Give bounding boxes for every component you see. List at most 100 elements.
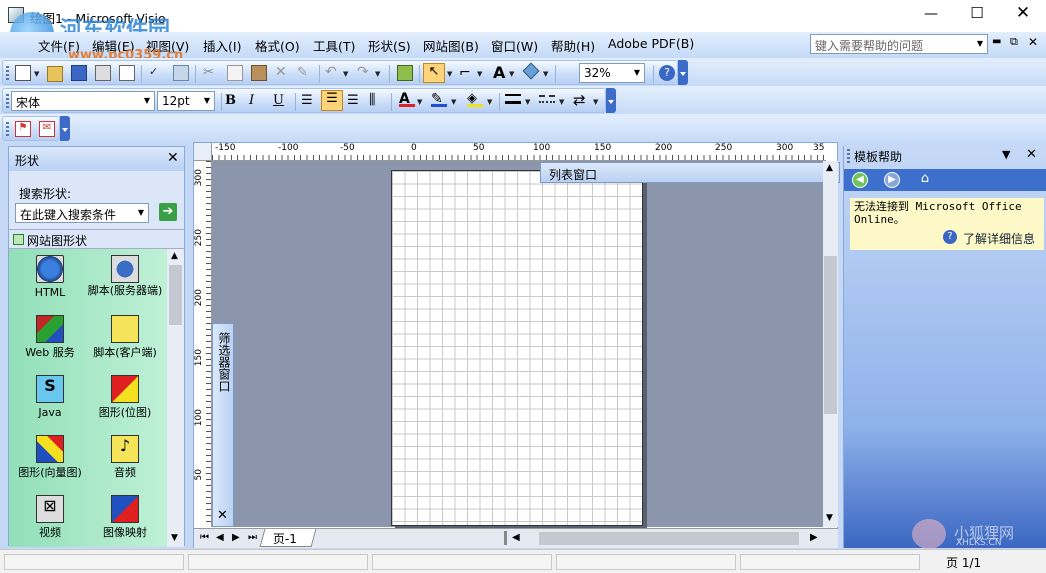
line-weight-icon[interactable] <box>505 94 521 104</box>
image-map-icon[interactable] <box>111 495 139 523</box>
new-icon[interactable] <box>15 65 31 81</box>
server-script-icon[interactable] <box>111 255 139 283</box>
help-icon[interactable]: ? <box>659 65 675 81</box>
drawing-page[interactable] <box>391 170 643 526</box>
fill-color-icon[interactable]: ◈ <box>467 91 483 107</box>
undo-icon[interactable]: ↶ <box>325 64 341 80</box>
menu-format[interactable]: 格式(O) <box>255 36 300 55</box>
pane-menu-icon[interactable]: ▼ <box>1002 148 1010 161</box>
underline-icon[interactable]: U <box>273 93 289 109</box>
paste-icon[interactable] <box>251 65 267 81</box>
close-button[interactable]: ✕ <box>1012 3 1034 23</box>
menu-shape[interactable]: 形状(S) <box>368 36 411 55</box>
spelling-icon[interactable]: ✓ <box>149 65 165 81</box>
connector-tool-icon[interactable]: ⌐ <box>459 65 475 81</box>
home-icon[interactable]: ⌂ <box>916 171 934 189</box>
italic-icon[interactable]: I <box>249 93 265 109</box>
scroll-up-icon[interactable]: ▲ <box>826 163 833 173</box>
font-color-icon[interactable]: A <box>399 91 415 107</box>
minimize-button[interactable]: — <box>920 6 942 26</box>
filter-window[interactable]: 筛选器窗口 ✕ <box>212 323 234 527</box>
doc-minimize-button[interactable]: ▬ <box>992 36 1001 47</box>
pdf-attach-icon[interactable]: ✉ <box>39 121 55 137</box>
close-icon[interactable]: ✕ <box>217 508 228 523</box>
align-center-icon[interactable]: ☰ <box>321 90 343 111</box>
menu-help[interactable]: 帮助(H) <box>551 36 595 55</box>
ruler-corner[interactable] <box>194 143 212 161</box>
toolbar-options-button[interactable] <box>678 60 688 85</box>
toolbar-options-button[interactable] <box>606 88 616 113</box>
toolbar-options-button[interactable] <box>60 116 70 141</box>
back-icon[interactable]: ◀ <box>852 172 868 188</box>
bitmap-icon[interactable] <box>111 375 139 403</box>
grip-icon[interactable] <box>847 149 850 163</box>
scroll-down-icon[interactable]: ▼ <box>826 513 833 523</box>
chevron-down-icon[interactable]: ▼ <box>134 204 148 222</box>
line-pattern-icon[interactable] <box>539 95 555 103</box>
scroll-down-icon[interactable]: ▼ <box>171 533 178 543</box>
align-left-icon[interactable]: ☰ <box>301 93 317 109</box>
scrollbar-thumb[interactable] <box>824 256 837 414</box>
list-window[interactable]: 列表窗口 ✕ <box>540 162 840 183</box>
help-search-input[interactable]: 键入需要帮助的问题 ▼ <box>810 34 988 54</box>
vertical-ruler[interactable]: 300 250 200 150 100 50 <box>194 161 212 527</box>
menu-website-map[interactable]: 网站图(B) <box>423 36 479 55</box>
shape-search-input[interactable]: 在此键入搜索条件 ▼ <box>15 203 149 223</box>
menu-insert[interactable]: 插入(I) <box>203 36 241 55</box>
client-script-icon[interactable] <box>111 315 139 343</box>
audio-icon[interactable]: ♪ <box>111 435 139 463</box>
maximize-button[interactable]: ☐ <box>966 4 988 24</box>
close-icon[interactable]: ✕ <box>167 150 179 166</box>
bold-icon[interactable]: B <box>225 93 241 109</box>
chevron-down-icon[interactable]: ▼ <box>140 92 154 110</box>
line-color-icon[interactable]: ✎ <box>431 91 447 107</box>
fill-shape-icon[interactable] <box>522 62 540 80</box>
chevron-down-icon[interactable]: ▼ <box>630 64 644 82</box>
split-handle[interactable] <box>504 531 507 545</box>
tab-page-1[interactable]: 页-1 <box>259 529 317 547</box>
open-folder-icon[interactable] <box>47 66 63 82</box>
last-page-icon[interactable]: ⏭ <box>248 532 257 543</box>
canvas-vertical-scrollbar[interactable]: ▲ ▼ <box>823 161 838 527</box>
stencil-scrollbar[interactable]: ▲ ▼ <box>167 249 184 547</box>
video-icon[interactable]: ⊠ <box>36 495 64 523</box>
scroll-left-icon[interactable]: ◀ <box>512 532 520 543</box>
print-icon[interactable] <box>95 65 111 81</box>
drawing-canvas[interactable] <box>212 161 823 527</box>
scroll-right-icon[interactable]: ▶ <box>810 532 818 543</box>
save-icon[interactable] <box>71 65 87 81</box>
scrollbar-thumb[interactable] <box>169 265 182 325</box>
cut-icon[interactable]: ✂ <box>203 65 219 81</box>
menu-adobe-pdf[interactable]: Adobe PDF(B) <box>608 36 694 51</box>
redo-icon[interactable]: ↷ <box>357 64 373 80</box>
font-combo[interactable]: 宋体 ▼ <box>11 91 155 111</box>
copy-icon[interactable] <box>227 65 243 81</box>
shapes-window-icon[interactable] <box>397 65 413 81</box>
pointer-tool-icon[interactable]: ↖ <box>423 63 445 83</box>
chevron-down-icon[interactable]: ▼ <box>973 35 987 53</box>
web-service-icon[interactable] <box>36 315 64 343</box>
distribute-icon[interactable]: ⫼ <box>369 92 385 108</box>
align-right-icon[interactable]: ☰ <box>347 93 363 109</box>
pdf-convert-icon[interactable]: ⚑ <box>15 121 31 137</box>
line-ends-icon[interactable]: ⇄ <box>573 91 589 109</box>
horizontal-ruler[interactable]: -150 -100 -50 0 50 100 150 200 250 300 3… <box>212 143 826 161</box>
java-icon[interactable]: S <box>36 375 64 403</box>
format-painter-icon[interactable]: ✎ <box>297 65 313 81</box>
forward-icon[interactable]: ▶ <box>884 172 900 188</box>
delete-icon[interactable]: ✕ <box>275 64 291 80</box>
menu-window[interactable]: 窗口(W) <box>491 36 538 55</box>
vector-icon[interactable] <box>36 435 64 463</box>
prev-page-icon[interactable]: ◀ <box>216 532 224 543</box>
search-go-button[interactable]: ➔ <box>159 203 177 221</box>
scroll-up-icon[interactable]: ▲ <box>171 251 178 261</box>
print-preview-icon[interactable] <box>119 65 135 81</box>
stencil-header[interactable]: 网站图形状 <box>9 229 184 249</box>
chevron-down-icon[interactable]: ▼ <box>200 92 214 110</box>
globe-icon[interactable] <box>36 255 64 283</box>
doc-restore-button[interactable]: ⧉ <box>1010 35 1018 49</box>
text-tool-icon[interactable]: A <box>493 63 509 82</box>
menu-tools[interactable]: 工具(T) <box>313 36 355 55</box>
font-size-combo[interactable]: 12pt ▼ <box>157 91 215 111</box>
close-icon[interactable]: ✕ <box>1026 147 1037 162</box>
